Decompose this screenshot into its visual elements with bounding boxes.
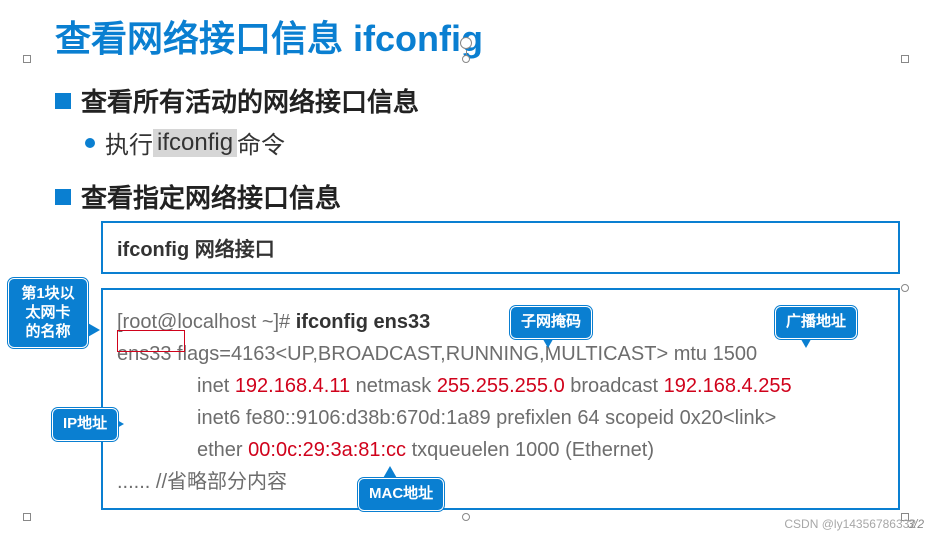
terminal-line-3: inet 192.168.4.11 netmask 255.255.255.0 …: [117, 370, 884, 402]
sub-pre: 执行: [105, 125, 153, 160]
mac-value: 00:0c:29:3a:81:cc: [248, 439, 406, 461]
slide-title: 查看网络接口信息 ifconfig: [0, 0, 930, 82]
terminal-line-2: ens33 flags=4163<UP,BROADCAST,RUNNING,MU…: [117, 338, 884, 370]
slide-body: 查看所有活动的网络接口信息 执行 ifconfig 命令 查看指定网络接口信息 …: [0, 82, 930, 510]
callout-nic-name: 第1块以太网卡的名称: [8, 278, 88, 348]
watermark: CSDN @ly14356786332: [784, 517, 916, 531]
pointer-icon: [86, 322, 100, 338]
broadcast-value: 192.168.4.255: [664, 375, 792, 397]
callout-ip: IP地址: [52, 408, 118, 441]
section1-heading: 查看所有活动的网络接口信息: [55, 82, 930, 119]
callout-subnet: 子网掩码: [510, 306, 592, 339]
sub-cmd: ifconfig: [153, 129, 237, 157]
section2-heading: 查看指定网络接口信息: [55, 178, 930, 215]
terminal-line-1: [root@localhost ~]# ifconfig ens33: [117, 306, 884, 338]
callout-broadcast: 广播地址: [775, 306, 857, 339]
page-number: 3/2: [907, 517, 924, 531]
terminal-line-4: inet6 fe80::9106:d38b:670d:1a89 prefixle…: [117, 402, 884, 434]
square-bullet-icon: [55, 93, 71, 109]
sub-post: 命令: [237, 125, 285, 160]
syntax-box: ifconfig 网络接口: [101, 221, 900, 274]
dot-bullet-icon: [85, 138, 95, 148]
section1-sub: 执行 ifconfig 命令: [85, 125, 930, 160]
netmask-value: 255.255.255.0: [437, 375, 565, 397]
ip-value: 192.168.4.11: [235, 375, 350, 397]
section2-heading-text: 查看指定网络接口信息: [81, 178, 341, 215]
terminal-line-6: ...... //省略部分内容: [117, 466, 884, 498]
callout-mac: MAC地址: [358, 478, 444, 511]
prompt: [root@localhost ~]#: [117, 311, 296, 333]
terminal-line-5: ether 00:0c:29:3a:81:cc txqueuelen 1000 …: [117, 434, 884, 466]
square-bullet-icon: [55, 189, 71, 205]
command: ifconfig ens33: [296, 311, 430, 333]
section1-heading-text: 查看所有活动的网络接口信息: [81, 82, 419, 119]
